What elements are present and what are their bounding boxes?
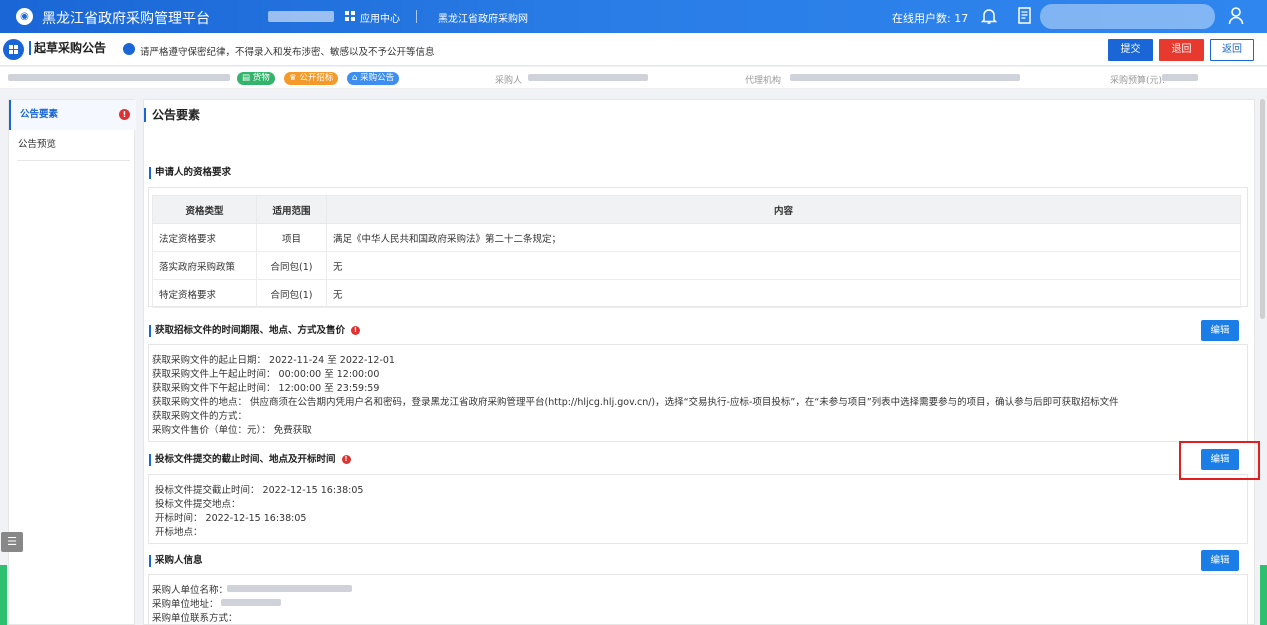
purchaser-contact: 采购单位联系方式： bbox=[152, 613, 238, 624]
obtain-location: 获取采购文件的地点： 供应商须在公告期内凭用户名和密码，登录黑龙江省政府采购管理… bbox=[152, 397, 1119, 408]
obtain-docs-title: 获取招标文件的时间期限、地点、方式及售价! bbox=[149, 325, 361, 337]
blurred-purchaser-name bbox=[227, 585, 352, 592]
document-icon[interactable] bbox=[1018, 7, 1032, 25]
opening-location: 开标地点： bbox=[155, 527, 203, 538]
submission-title: 投标文件提交的截止时间、地点及开标时间! bbox=[149, 454, 351, 466]
purchaser-name: 采购人单位名称： bbox=[152, 585, 229, 596]
blurred-purchaser bbox=[528, 74, 648, 81]
error-icon: ! bbox=[119, 109, 130, 120]
tag-procurement-notice-label: 采购公告 bbox=[360, 73, 395, 83]
blurred-address bbox=[221, 599, 281, 606]
submission-panel: 投标文件提交截止时间： 2022-12-15 16:38:05 投标文件提交地点… bbox=[148, 474, 1248, 544]
online-users-label: 在线用户数: bbox=[892, 12, 955, 25]
nav-item-notice-preview[interactable]: 公告预览 bbox=[9, 130, 136, 160]
obtain-date-range: 获取采购文件的起止日期： 2022-11-24 至 2022-12-01 bbox=[152, 355, 395, 366]
purchaser-info-title: 采购人信息 bbox=[149, 555, 203, 567]
purchaser-address: 采购单位地址： bbox=[152, 599, 219, 610]
qualification-table: 资格类型 适用范围 内容 法定资格要求 项目 满足《中华人民共和国政府采购法》第… bbox=[152, 195, 1241, 308]
divider bbox=[416, 10, 417, 23]
page-title: 起草采购公告 bbox=[29, 41, 106, 55]
qualification-type: 落实政府采购政策 bbox=[152, 251, 257, 280]
table-row: 落实政府采购政策 合同包(1) 无 bbox=[152, 251, 1241, 280]
blurred-region bbox=[268, 11, 334, 22]
blurred-agency bbox=[790, 74, 1020, 81]
submit-button[interactable]: 提交 bbox=[1108, 39, 1153, 61]
decorative-edge bbox=[0, 565, 7, 625]
submission-deadline: 投标文件提交截止时间： 2022-12-15 16:38:05 bbox=[155, 485, 364, 496]
project-info-bar: ▤ 货物 ♛ 公开招标 ⌂ 采购公告 采购人 代理机构 采购预算(元): bbox=[0, 67, 1267, 89]
tag-procurement-notice: ⌂ 采购公告 bbox=[347, 72, 400, 85]
column-header: 内容 bbox=[326, 195, 1241, 224]
platform-logo-icon: ◉ bbox=[16, 8, 33, 25]
content: 满足《中华人民共和国政府采购法》第二十二条规定； bbox=[326, 223, 1241, 252]
error-icon: ! bbox=[341, 455, 351, 464]
tag-goods: ▤ 货物 bbox=[237, 72, 275, 85]
divider bbox=[17, 160, 130, 161]
submission-title-text: 投标文件提交的截止时间、地点及开标时间 bbox=[155, 454, 336, 465]
blurred-budget bbox=[1162, 74, 1198, 81]
submission-location: 投标文件提交地点： bbox=[155, 499, 241, 510]
edit-obtain-button[interactable]: 编辑 bbox=[1201, 320, 1239, 341]
nav-item-label: 公告预览 bbox=[18, 139, 57, 150]
menu-grid-icon[interactable] bbox=[3, 39, 24, 60]
blurred-user-info bbox=[1040, 4, 1215, 29]
speaker-icon bbox=[123, 43, 135, 55]
platform-title: 黑龙江省政府采购管理平台 bbox=[42, 11, 210, 27]
tag-goods-label: 货物 bbox=[252, 73, 270, 83]
scope: 合同包(1) bbox=[256, 251, 327, 280]
qualification-type: 法定资格要求 bbox=[152, 223, 257, 252]
app-center-icon[interactable] bbox=[345, 11, 355, 21]
nav-item-notice-elements[interactable]: 公告要素 bbox=[9, 100, 136, 130]
tag-open-tender-label: 公开招标 bbox=[299, 73, 334, 83]
section-heading: 公告要素 bbox=[144, 108, 200, 122]
error-icon: ! bbox=[351, 326, 361, 335]
qualification-title: 申请人的资格要求 bbox=[149, 167, 231, 179]
obtain-docs-panel: 获取采购文件的起止日期： 2022-11-24 至 2022-12-01 获取采… bbox=[148, 344, 1248, 442]
purchaser-panel: 采购人单位名称： 采购单位地址： 采购单位联系方式： bbox=[148, 574, 1248, 624]
obtain-morning-time: 获取采购文件上午起止时间： 00:00:00 至 12:00:00 bbox=[152, 369, 380, 380]
column-header: 资格类型 bbox=[152, 195, 257, 224]
reject-button[interactable]: 退回 bbox=[1159, 39, 1204, 61]
purchaser-label: 采购人 bbox=[495, 76, 523, 86]
confidentiality-notice: 请严格遵守保密纪律，不得录入和发布涉密、敏感以及不予公开等信息 bbox=[140, 47, 435, 58]
scope: 项目 bbox=[256, 223, 327, 252]
nav-item-label: 公告要素 bbox=[20, 109, 59, 120]
scrollbar[interactable] bbox=[1260, 99, 1265, 319]
obtain-afternoon-time: 获取采购文件下午起止时间： 12:00:00 至 23:59:59 bbox=[152, 383, 380, 394]
online-users: 在线用户数: 17 bbox=[892, 10, 968, 26]
scope: 合同包(1) bbox=[256, 279, 327, 308]
opening-time: 开标时间： 2022-12-15 16:38:05 bbox=[155, 513, 307, 524]
column-header: 适用范围 bbox=[256, 195, 327, 224]
app-center-link[interactable]: 应用中心 bbox=[360, 10, 400, 25]
agency-label: 代理机构 bbox=[745, 76, 782, 86]
content: 无 bbox=[326, 251, 1241, 280]
table-row: 法定资格要求 项目 满足《中华人民共和国政府采购法》第二十二条规定； bbox=[152, 223, 1241, 252]
document-price: 采购文件售价（单位：元）： 免费获取 bbox=[152, 425, 312, 436]
online-users-count: 17 bbox=[954, 12, 969, 25]
website-link[interactable]: 黑龙江省政府采购网 bbox=[438, 10, 528, 25]
table-header-row: 资格类型 适用范围 内容 bbox=[152, 195, 1241, 224]
back-button[interactable]: 返回 bbox=[1210, 39, 1254, 61]
highlight-box bbox=[1179, 441, 1260, 480]
qualification-type: 特定资格要求 bbox=[152, 279, 257, 308]
user-icon[interactable] bbox=[1228, 6, 1244, 26]
top-header: ◉ 黑龙江省政府采购管理平台 应用中心 黑龙江省政府采购网 在线用户数: 17 bbox=[0, 0, 1267, 33]
action-bar: 起草采购公告 请严格遵守保密纪律，不得录入和发布涉密、敏感以及不予公开等信息 提… bbox=[0, 33, 1267, 66]
list-toggle-icon[interactable]: ☰ bbox=[1, 532, 23, 552]
table-row: 特定资格要求 合同包(1) 无 bbox=[152, 279, 1241, 308]
obtain-docs-title-text: 获取招标文件的时间期限、地点、方式及售价 bbox=[155, 325, 346, 336]
main-content: 公告要素 申请人的资格要求 资格类型 适用范围 内容 法定资格要求 项目 满足《… bbox=[143, 99, 1255, 625]
qualification-panel: 资格类型 适用范围 内容 法定资格要求 项目 满足《中华人民共和国政府采购法》第… bbox=[148, 187, 1248, 308]
content: 无 bbox=[326, 279, 1241, 308]
left-nav: 公告要素 ! 公告预览 bbox=[8, 99, 136, 625]
edit-purchaser-button[interactable]: 编辑 bbox=[1201, 550, 1239, 571]
blurred-project-name bbox=[8, 74, 230, 81]
decorative-edge bbox=[1260, 565, 1267, 625]
bell-icon[interactable] bbox=[981, 7, 997, 25]
budget-label: 采购预算(元): bbox=[1110, 76, 1166, 86]
tag-open-tender: ♛ 公开招标 bbox=[284, 72, 339, 85]
obtain-method: 获取采购文件的方式： bbox=[152, 411, 248, 422]
